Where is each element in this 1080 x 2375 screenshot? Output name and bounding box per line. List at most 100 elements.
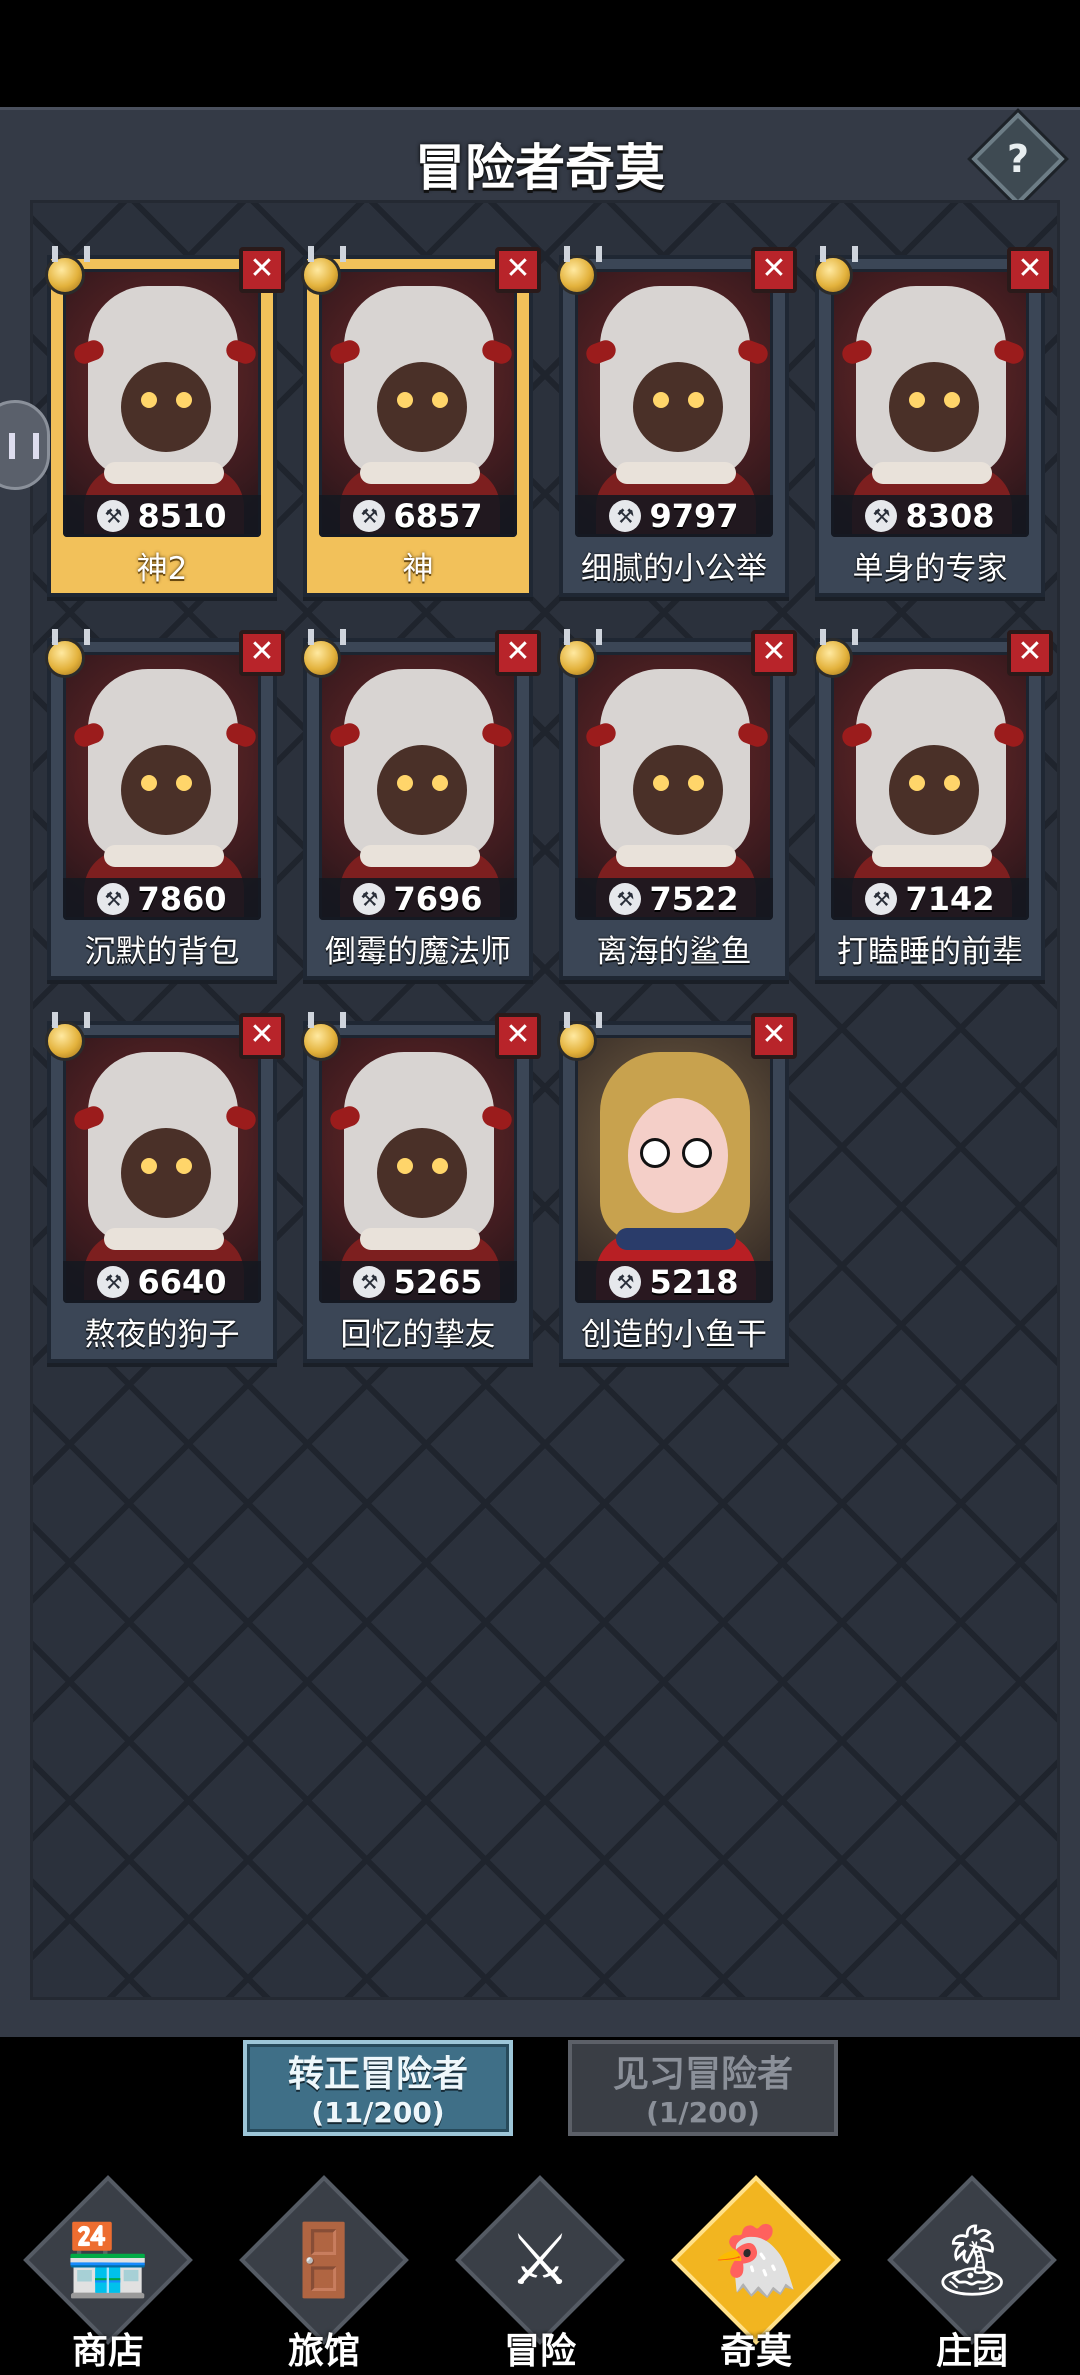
medal-icon [557,1021,597,1061]
remove-button[interactable]: ✕ [751,1013,797,1059]
adventurer-name: 熬夜的狗子 [84,1317,240,1353]
remove-button[interactable]: ✕ [495,247,541,293]
page-title: 冒险者奇莫 [415,139,665,197]
main-panel: 冒险者奇莫 ? ⚒ 8510 神2 ✕ ⚒ 6857 神 ✕ ⚒ 9797 细腻的小公举 ✕ ⚒ 8308… [0,107,1080,2037]
adventurer-card[interactable]: ⚒ 9797 细腻的小公举 ✕ [557,247,797,597]
power-badge: ⚒ 8510 [63,495,261,537]
adventurer-card[interactable]: ⚒ 8308 单身的专家 ✕ [813,247,1053,597]
remove-button[interactable]: ✕ [751,630,797,676]
weapon-icon: ⚒ [609,1266,642,1298]
adventurer-name: 沉默的背包 [84,934,240,970]
medal-icon [45,1021,85,1061]
swords-icon: ⚔ [508,2219,572,2301]
power-value: 6857 [393,497,483,535]
power-value: 8308 [905,497,995,535]
remove-button[interactable]: ✕ [239,247,285,293]
nav-label: 冒险 [503,2331,576,2372]
close-icon: ✕ [249,251,275,286]
adventurer-card[interactable]: ⚒ 5265 回忆的挚友 ✕ [301,1013,541,1363]
adventurer-name: 离海的鲨鱼 [596,934,752,970]
tab-regular-adventurers[interactable]: 转正冒险者 (11/200) [243,2040,513,2136]
medal-icon [45,638,85,678]
power-badge: ⚒ 7696 [319,878,517,920]
adventurer-name: 单身的专家 [852,551,1008,587]
tab-label: 转正冒险者 [287,2054,468,2095]
medal-icon [45,255,85,295]
inn-icon: 🚪 [280,2219,368,2301]
remove-button[interactable]: ✕ [495,630,541,676]
weapon-icon: ⚒ [609,883,642,915]
close-icon: ✕ [505,634,531,669]
remove-button[interactable]: ✕ [495,1013,541,1059]
chimo-icon: 🐔 [712,2219,800,2301]
side-pull-tab[interactable] [0,400,50,490]
remove-button[interactable]: ✕ [239,1013,285,1059]
nav-item-2[interactable]: ⚔ 冒险 [440,2160,640,2375]
nav-label: 庄园 [935,2331,1008,2372]
remove-button[interactable]: ✕ [751,247,797,293]
power-value: 7142 [905,880,995,918]
power-value: 8510 [137,497,227,535]
power-badge: ⚒ 7142 [831,878,1029,920]
power-value: 5265 [393,1263,483,1301]
medal-icon [301,1021,341,1061]
power-badge: ⚒ 5218 [575,1261,773,1303]
adventurer-card[interactable]: ⚒ 6640 熬夜的狗子 ✕ [45,1013,285,1363]
power-badge: ⚒ 6640 [63,1261,261,1303]
adventurer-name: 神 [402,551,434,587]
medal-icon [301,255,341,295]
close-icon: ✕ [761,634,787,669]
weapon-icon: ⚒ [353,1266,386,1298]
adventurer-card[interactable]: ⚒ 6857 神 ✕ [301,247,541,597]
remove-button[interactable]: ✕ [239,630,285,676]
close-icon: ✕ [505,251,531,286]
close-icon: ✕ [761,1017,787,1052]
category-tabs: 转正冒险者 (11/200) 见习冒险者 (1/200) [0,2040,1080,2140]
weapon-icon: ⚒ [353,500,386,532]
help-icon: ? [1006,137,1030,181]
bottom-nav: 🏪 商店 🚪 旅馆 ⚔ 冒险 🐔 奇莫 🏝 庄园 [0,2160,1080,2375]
weapon-icon: ⚒ [97,1266,130,1298]
adventurer-grid: ⚒ 8510 神2 ✕ ⚒ 6857 神 ✕ ⚒ 9797 细腻的小公举 ✕ ⚒ 8308 单身的专家 ✕ ⚒ 7… [30,200,1060,2000]
tab-count: (11/200) [311,2096,445,2129]
weapon-icon: ⚒ [353,883,386,915]
nav-item-0[interactable]: 🏪 商店 [8,2160,208,2375]
power-badge: ⚒ 9797 [575,495,773,537]
power-badge: ⚒ 7522 [575,878,773,920]
weapon-icon: ⚒ [97,500,130,532]
adventurer-card[interactable]: ⚒ 7696 倒霉的魔法师 ✕ [301,630,541,980]
power-value: 9797 [649,497,739,535]
remove-button[interactable]: ✕ [1007,247,1053,293]
nav-item-1[interactable]: 🚪 旅馆 [224,2160,424,2375]
tab-trainee-adventurers[interactable]: 见习冒险者 (1/200) [568,2040,838,2136]
close-icon: ✕ [505,1017,531,1052]
shop-icon: 🏪 [64,2219,152,2301]
weapon-icon: ⚒ [865,883,898,915]
weapon-icon: ⚒ [609,500,642,532]
power-value: 7696 [393,880,483,918]
nav-label: 商店 [71,2331,144,2372]
power-badge: ⚒ 8308 [831,495,1029,537]
nav-item-4[interactable]: 🏝 庄园 [872,2160,1072,2375]
adventurer-card[interactable]: ⚒ 7860 沉默的背包 ✕ [45,630,285,980]
power-value: 7522 [649,880,739,918]
medal-icon [813,255,853,295]
power-badge: ⚒ 7860 [63,878,261,920]
close-icon: ✕ [249,634,275,669]
adventurer-card[interactable]: ⚒ 5218 创造的小鱼干 ✕ [557,1013,797,1363]
adventurer-card[interactable]: ⚒ 7522 离海的鲨鱼 ✕ [557,630,797,980]
nav-item-3[interactable]: 🐔 奇莫 [656,2160,856,2375]
adventurer-name: 打瞌睡的前辈 [837,934,1023,970]
nav-label: 旅馆 [287,2331,360,2372]
tab-label: 见习冒险者 [612,2054,793,2095]
medal-icon [557,638,597,678]
tab-count: (1/200) [646,2096,760,2129]
medal-icon [301,638,341,678]
adventurer-card[interactable]: ⚒ 8510 神2 ✕ [45,247,285,597]
adventurer-card[interactable]: ⚒ 7142 打瞌睡的前辈 ✕ [813,630,1053,980]
power-value: 6640 [137,1263,227,1301]
weapon-icon: ⚒ [865,500,898,532]
close-icon: ✕ [1017,634,1043,669]
remove-button[interactable]: ✕ [1007,630,1053,676]
adventurer-name: 创造的小鱼干 [581,1317,767,1353]
